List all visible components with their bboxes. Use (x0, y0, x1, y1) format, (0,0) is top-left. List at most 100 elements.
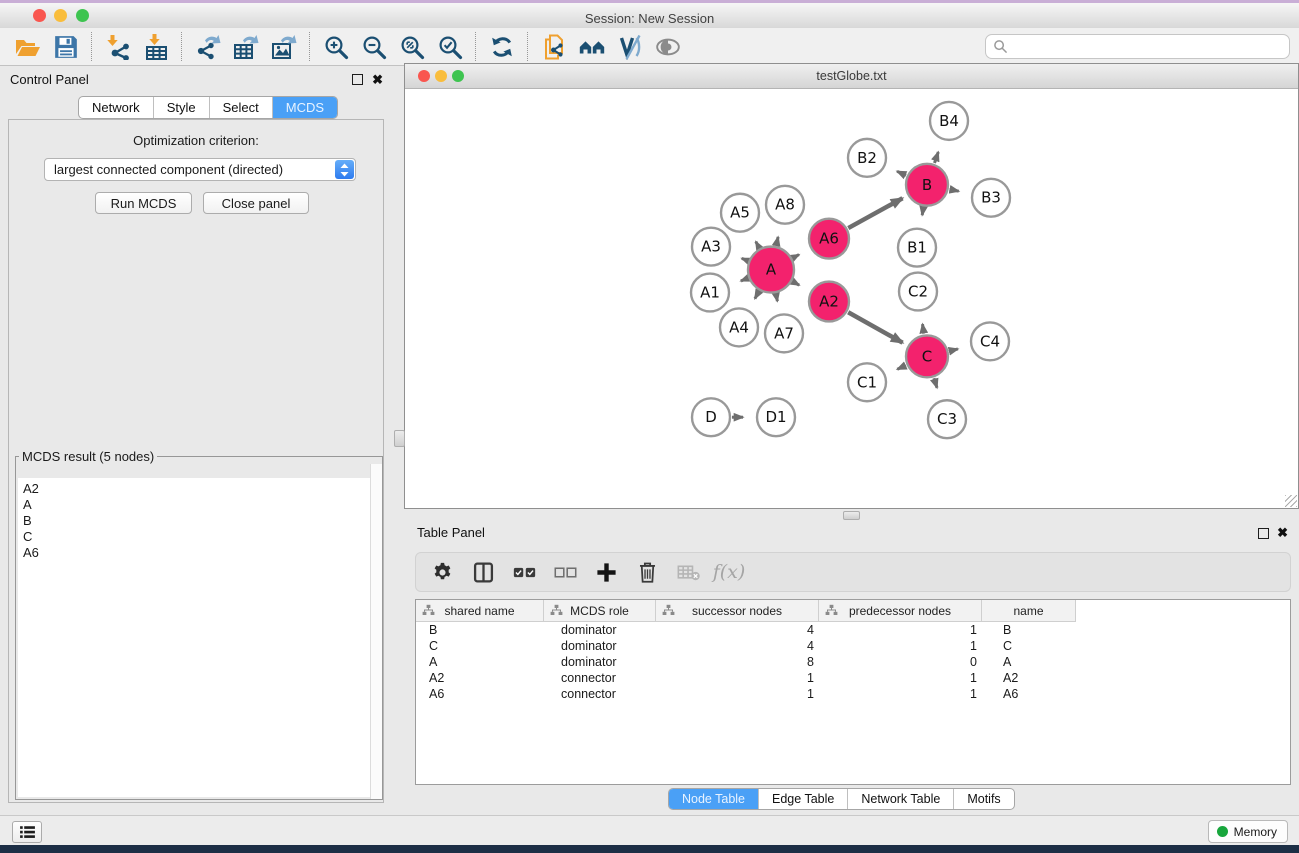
mcds-result-list[interactable]: A2ABCA6 (18, 478, 380, 797)
cell[interactable]: 8 (656, 655, 819, 669)
graph-edge-A-A6[interactable] (793, 255, 799, 258)
graph-node-B3[interactable]: B3 (972, 179, 1010, 217)
search-input[interactable] (1012, 34, 1289, 59)
graph-edge-A2-C[interactable] (848, 312, 902, 342)
graph-node-A2[interactable]: A2 (809, 282, 849, 322)
cell[interactable]: A2 (982, 671, 1076, 685)
cell[interactable]: A6 (416, 687, 544, 701)
zoom-in-button[interactable] (320, 31, 351, 62)
cell[interactable]: C (982, 639, 1076, 653)
run-mcds-button[interactable]: Run MCDS (95, 192, 192, 214)
task-history-button[interactable] (12, 821, 42, 843)
result-item[interactable]: A2 (18, 478, 380, 497)
cell[interactable]: 1 (819, 639, 982, 653)
refresh-button[interactable] (486, 31, 517, 62)
graph-node-D[interactable]: D (692, 398, 730, 436)
float-table-panel-icon[interactable] (1258, 528, 1269, 539)
import-network-button[interactable] (102, 31, 133, 62)
import-table-button[interactable] (140, 31, 171, 62)
graph-node-A1[interactable]: A1 (691, 274, 729, 312)
graph-node-B2[interactable]: B2 (848, 139, 886, 177)
graph-node-C1[interactable]: C1 (848, 363, 886, 401)
cell[interactable]: dominator (544, 655, 656, 669)
graph-edge-B-B1[interactable] (922, 207, 923, 215)
result-item[interactable]: C (18, 529, 380, 545)
graph-edge-A6-B[interactable] (848, 198, 902, 228)
graph-node-A3[interactable]: A3 (692, 228, 730, 266)
cell[interactable]: connector (544, 671, 656, 685)
graph-edge-C-C2[interactable] (923, 324, 924, 333)
graph-edge-A-A3[interactable] (742, 258, 748, 260)
graph-node-A8[interactable]: A8 (766, 186, 804, 224)
result-item[interactable]: B (18, 513, 380, 529)
delete-row-button[interactable] (633, 558, 661, 586)
table-tab-edge-table[interactable]: Edge Table (758, 789, 847, 809)
graph-edge-A-A4[interactable] (755, 291, 759, 298)
toggle-graphics-details-button[interactable] (614, 31, 645, 62)
export-image-button[interactable] (268, 31, 299, 62)
table-tab-node-table[interactable]: Node Table (669, 789, 758, 809)
graph-edge-A-A8[interactable] (776, 237, 778, 245)
table-row[interactable]: Cdominator41C (416, 638, 1290, 654)
graph-node-A4[interactable]: A4 (720, 308, 758, 346)
graph-node-A6[interactable]: A6 (809, 219, 849, 259)
column-header-successor-nodes[interactable]: successor nodes (656, 600, 819, 621)
criterion-select[interactable]: largest connected component (directed) (44, 158, 356, 181)
table-row[interactable]: Bdominator41B (416, 622, 1290, 638)
cell[interactable]: 1 (819, 623, 982, 637)
table-row[interactable]: A6connector11A6 (416, 686, 1290, 702)
cell[interactable]: C (416, 639, 544, 653)
cell[interactable]: A (416, 655, 544, 669)
result-item[interactable]: A (18, 497, 380, 513)
graph-node-C4[interactable]: C4 (971, 322, 1009, 360)
save-session-button[interactable] (50, 31, 81, 62)
zoom-fit-button[interactable] (396, 31, 427, 62)
graph-node-B[interactable]: B (906, 164, 948, 206)
graph-edge-A-A2[interactable] (793, 282, 799, 285)
cell[interactable]: 4 (656, 639, 819, 653)
cell[interactable]: A2 (416, 671, 544, 685)
cell[interactable]: 1 (656, 671, 819, 685)
graph-edge-A-A7[interactable] (776, 294, 777, 301)
graph-node-B4[interactable]: B4 (930, 102, 968, 140)
float-panel-icon[interactable] (352, 74, 363, 85)
vertical-splitter-grip[interactable] (394, 430, 405, 447)
graph-node-B1[interactable]: B1 (898, 229, 936, 267)
table-row[interactable]: Adominator80A (416, 654, 1290, 670)
tab-network[interactable]: Network (79, 97, 153, 118)
graph-edge-A-A1[interactable] (741, 278, 748, 281)
cell[interactable]: connector (544, 687, 656, 701)
network-canvas[interactable]: B4B2BB3A8A5A6A3B1AC2A1A2A4A7C4CC1DD1C3 (405, 89, 1298, 508)
tab-select[interactable]: Select (209, 97, 272, 118)
open-session-button[interactable] (12, 31, 43, 62)
home-view-button[interactable] (576, 31, 607, 62)
horizontal-splitter-grip[interactable] (843, 511, 860, 520)
graph-node-A[interactable]: A (748, 247, 794, 293)
cell[interactable]: 1 (819, 671, 982, 685)
column-header-shared-name[interactable]: shared name (416, 600, 544, 621)
table-tab-network-table[interactable]: Network Table (847, 789, 953, 809)
result-scrollbar[interactable] (370, 464, 382, 799)
cell[interactable]: A (982, 655, 1076, 669)
select-all-button[interactable] (510, 558, 538, 586)
cell[interactable]: dominator (544, 623, 656, 637)
zoom-out-button[interactable] (358, 31, 389, 62)
settings-button[interactable] (428, 558, 456, 586)
graph-node-C2[interactable]: C2 (899, 273, 937, 311)
table-tab-motifs[interactable]: Motifs (953, 789, 1013, 809)
export-network-button[interactable] (192, 31, 223, 62)
frame-resize-handle[interactable] (1285, 495, 1297, 507)
graph-edge-C-C1[interactable] (897, 365, 906, 369)
cell[interactable]: 1 (656, 687, 819, 701)
network-frame-titlebar[interactable]: testGlobe.txt (405, 64, 1298, 89)
cell[interactable]: dominator (544, 639, 656, 653)
show-hide-panel-button[interactable] (652, 31, 683, 62)
column-header-mcds-role[interactable]: MCDS role (544, 600, 656, 621)
graph-edge-B-B2[interactable] (897, 171, 906, 175)
memory-button[interactable]: Memory (1208, 820, 1288, 843)
clone-network-button[interactable] (538, 31, 569, 62)
tab-mcds[interactable]: MCDS (272, 97, 337, 118)
close-table-panel-icon[interactable]: ✖ (1277, 526, 1288, 539)
graph-node-C3[interactable]: C3 (928, 400, 966, 438)
graph-node-C[interactable]: C (906, 335, 948, 377)
